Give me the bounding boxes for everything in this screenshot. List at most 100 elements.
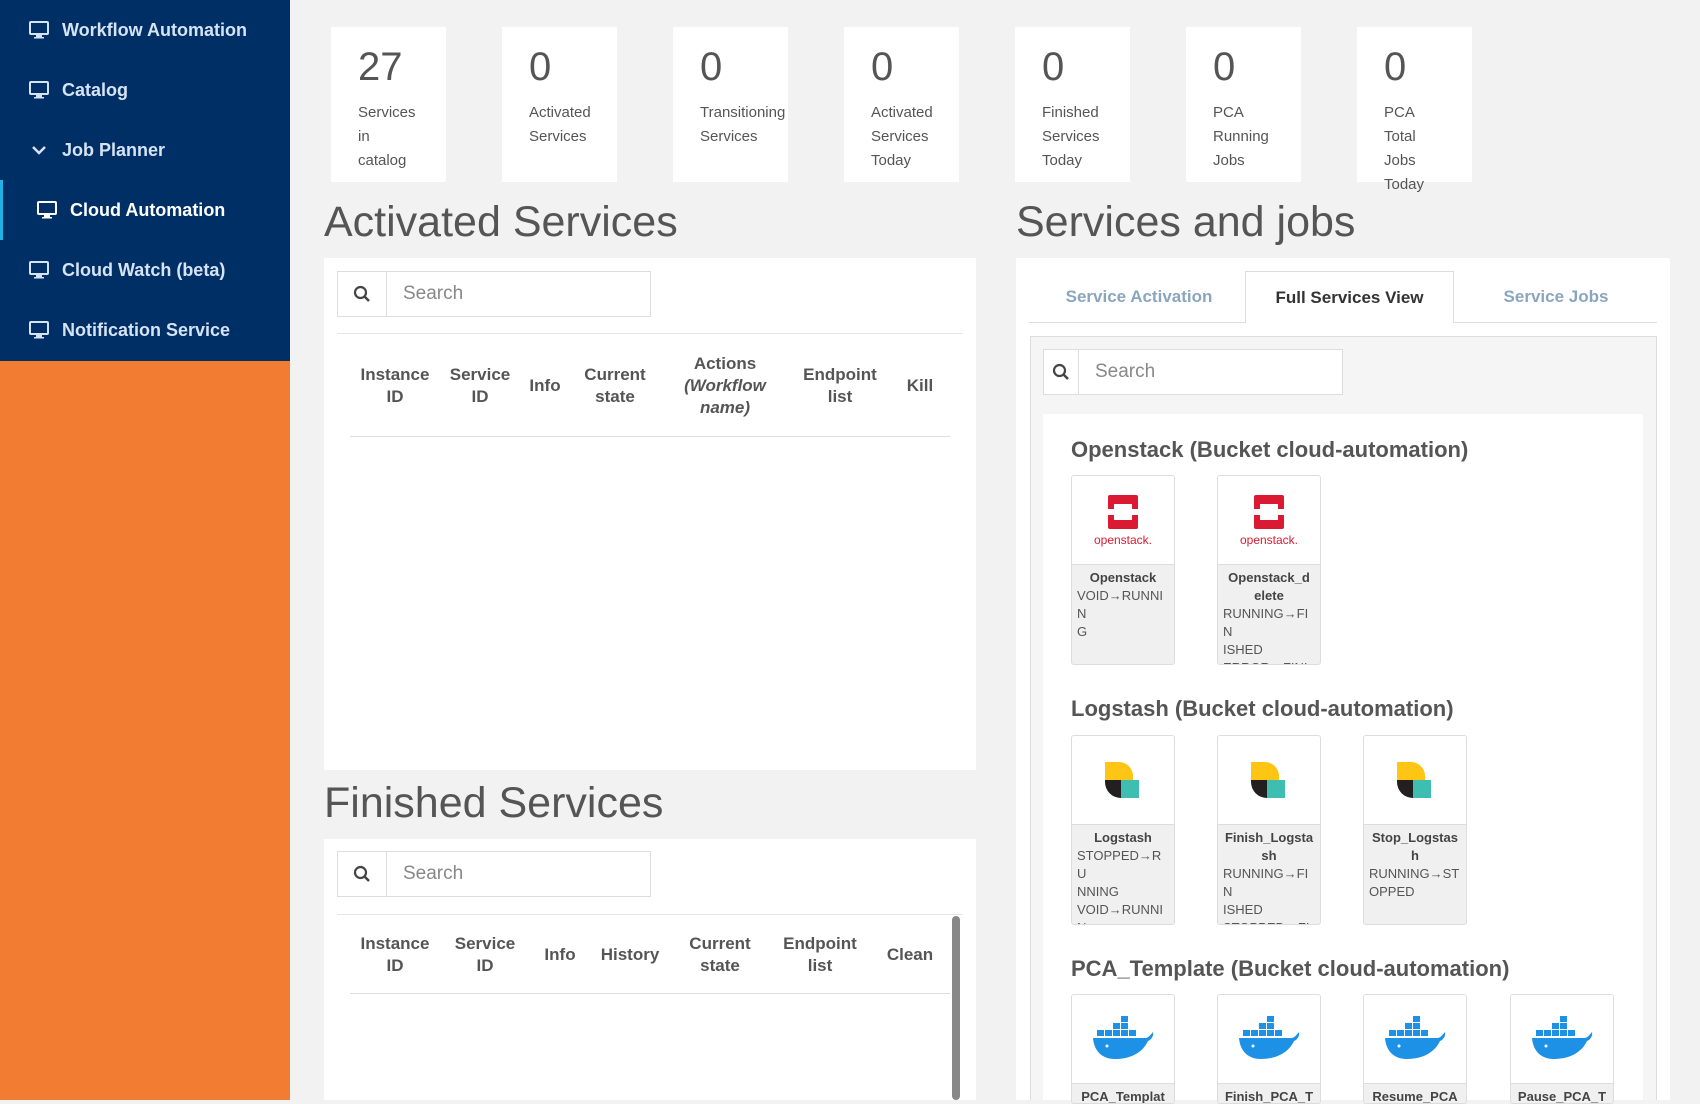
stat-services-in-catalog: 27 Services in catalog xyxy=(331,27,446,182)
service-card-name: Finish_PCA_Te xyxy=(1224,1089,1314,1104)
activated-table-header: Instance ID Service ID Info Current stat… xyxy=(350,336,950,437)
col-endpoint-list[interactable]: Endpoint list xyxy=(790,364,890,408)
col-instance-id[interactable]: Instance ID xyxy=(350,933,440,977)
sidebar-item-label: Notification Service xyxy=(62,319,231,340)
service-card-pca-template[interactable]: PCA_Templat xyxy=(1071,994,1175,1104)
docker-whale-icon xyxy=(1364,995,1466,1084)
monitor-icon xyxy=(28,79,50,101)
stat-label: Finished Services Today xyxy=(1042,104,1100,169)
service-card-name: Pause_PCA_Te xyxy=(1517,1089,1607,1104)
logstash-logo-icon xyxy=(1364,736,1466,825)
service-card-logstash[interactable]: Logstash STOPPED→RU NNING VOID→RUNNIN G xyxy=(1071,735,1175,925)
tab-service-activation[interactable]: Service Activation xyxy=(1032,271,1246,323)
docker-whale-icon xyxy=(1511,995,1613,1084)
finished-table-header: Instance ID Service ID Info History Curr… xyxy=(350,917,950,994)
sidebar-item-label: Cloud Watch (beta) xyxy=(62,259,226,280)
activated-services-panel: Instance ID Service ID Info Current stat… xyxy=(324,258,976,770)
service-card-finish-pca-template[interactable]: Finish_PCA_Te xyxy=(1217,994,1321,1104)
service-card-finish-logstash[interactable]: Finish_Logsta sh RUNNING→FIN ISHED STOPP… xyxy=(1217,735,1321,925)
stat-label: Activated Services xyxy=(529,104,591,145)
search-icon xyxy=(338,272,387,316)
service-card-openstack-delete[interactable]: openstack. Openstack_d elete RUNNING→FIN… xyxy=(1217,475,1321,665)
sidebar-item-notification-service[interactable]: Notification Service xyxy=(0,300,290,360)
scrollbar[interactable] xyxy=(952,916,960,1100)
col-info[interactable]: Info xyxy=(520,375,570,397)
docker-whale-icon xyxy=(1218,995,1320,1084)
stat-activated-services: 0 Activated Services xyxy=(502,27,617,182)
logstash-logo-icon xyxy=(1218,736,1320,825)
openstack-logo-text: openstack. xyxy=(1240,533,1298,547)
col-service-id[interactable]: Service ID xyxy=(440,364,520,408)
service-card-name: Finish_Logsta sh xyxy=(1224,830,1314,863)
stat-label: Activated Services Today xyxy=(871,104,933,169)
service-card-pause-pca-template[interactable]: Pause_PCA_Te xyxy=(1510,994,1614,1104)
stat-value: 0 xyxy=(1042,45,1065,89)
col-service-id[interactable]: Service ID xyxy=(440,933,530,977)
stat-label: Services in catalog xyxy=(358,104,416,169)
logstash-logo-icon xyxy=(1072,736,1174,825)
sidebar-nav: Workflow Automation Catalog Job Planner … xyxy=(0,0,290,361)
service-card-stop-logstash[interactable]: Stop_Logstas h RUNNING→ST OPPED xyxy=(1363,735,1467,925)
stat-value: 0 xyxy=(1213,45,1236,89)
service-card-name: PCA_Templat xyxy=(1081,1089,1165,1104)
col-info[interactable]: Info xyxy=(530,944,590,966)
sidebar-item-label: Workflow Automation xyxy=(62,19,247,40)
stat-activated-today: 0 Activated Services Today xyxy=(844,27,959,182)
col-endpoint-list[interactable]: Endpoint list xyxy=(770,933,870,977)
finished-search-box xyxy=(337,851,651,897)
service-card-states: VOID→RUNNIN G xyxy=(1077,588,1163,639)
service-card-states: STOPPED→RU NNING VOID→RUNNIN G xyxy=(1077,848,1163,924)
col-kill[interactable]: Kill xyxy=(890,375,950,397)
finished-search-input[interactable] xyxy=(387,852,650,896)
sidebar: Workflow Automation Catalog Job Planner … xyxy=(0,0,290,1100)
search-icon xyxy=(338,852,387,896)
service-card-name: Openstack_d elete xyxy=(1228,570,1310,603)
tab-full-services-view[interactable]: Full Services View xyxy=(1245,271,1454,323)
col-clean[interactable]: Clean xyxy=(870,944,950,966)
sidebar-item-label: Cloud Automation xyxy=(70,199,226,220)
stat-pca-running-jobs: 0 PCA Running Jobs xyxy=(1186,27,1301,182)
bucket-title-pca-template: PCA_Template (Bucket cloud-automation) xyxy=(1071,956,1510,981)
service-card-states: RUNNING→ST OPPED xyxy=(1369,866,1460,899)
col-actions[interactable]: Actions (Workflow name) xyxy=(660,353,790,419)
monitor-icon xyxy=(28,259,50,281)
service-card-openstack[interactable]: openstack. Openstack VOID→RUNNIN G xyxy=(1071,475,1175,665)
tab-service-jobs[interactable]: Service Jobs xyxy=(1456,271,1656,323)
stat-value: 0 xyxy=(529,45,552,89)
activated-search-box xyxy=(337,271,651,317)
service-card-name: Openstack xyxy=(1089,570,1157,585)
stat-label: PCA Total Jobs Today xyxy=(1384,104,1425,193)
chevron-down-icon xyxy=(28,139,50,161)
service-card-name: Logstash xyxy=(1094,830,1152,845)
col-current-state[interactable]: Current state xyxy=(570,364,660,408)
openstack-logo-text: openstack. xyxy=(1094,533,1152,547)
stat-value: 0 xyxy=(700,45,723,89)
bucket-title-logstash: Logstash (Bucket cloud-automation) xyxy=(1071,696,1454,721)
sidebar-item-job-planner[interactable]: Job Planner xyxy=(0,120,290,180)
services-search-input[interactable] xyxy=(1079,350,1342,394)
col-history[interactable]: History xyxy=(590,944,670,966)
service-card-states: RUNNING→FIN ISHED ERROR→FINISH xyxy=(1223,606,1309,664)
docker-whale-icon xyxy=(1072,995,1174,1084)
stat-pca-total-jobs-today: 0 PCA Total Jobs Today xyxy=(1357,27,1472,193)
stat-label: Transitioning Services xyxy=(700,104,786,145)
stat-value: 27 xyxy=(358,45,403,89)
sidebar-item-cloud-automation[interactable]: Cloud Automation xyxy=(0,180,290,240)
services-search-box xyxy=(1043,349,1343,395)
activated-search-input[interactable] xyxy=(387,272,650,316)
service-card-resume-pca[interactable]: Resume_PCA xyxy=(1363,994,1467,1104)
activated-services-title: Activated Services xyxy=(324,198,678,246)
sidebar-item-workflow-automation[interactable]: Workflow Automation xyxy=(0,0,290,60)
service-card-name: Stop_Logstas h xyxy=(1372,830,1458,863)
divider xyxy=(337,333,963,334)
col-instance-id[interactable]: Instance ID xyxy=(350,364,440,408)
stat-value: 0 xyxy=(871,45,894,89)
stat-finished-today: 0 Finished Services Today xyxy=(1015,27,1130,182)
col-current-state[interactable]: Current state xyxy=(670,933,770,977)
stat-value: 0 xyxy=(1384,45,1407,89)
sidebar-item-cloud-watch[interactable]: Cloud Watch (beta) xyxy=(0,240,290,300)
services-and-jobs-title: Services and jobs xyxy=(1016,198,1356,246)
sidebar-item-catalog[interactable]: Catalog xyxy=(0,60,290,120)
monitor-icon xyxy=(28,19,50,41)
divider xyxy=(337,914,963,915)
